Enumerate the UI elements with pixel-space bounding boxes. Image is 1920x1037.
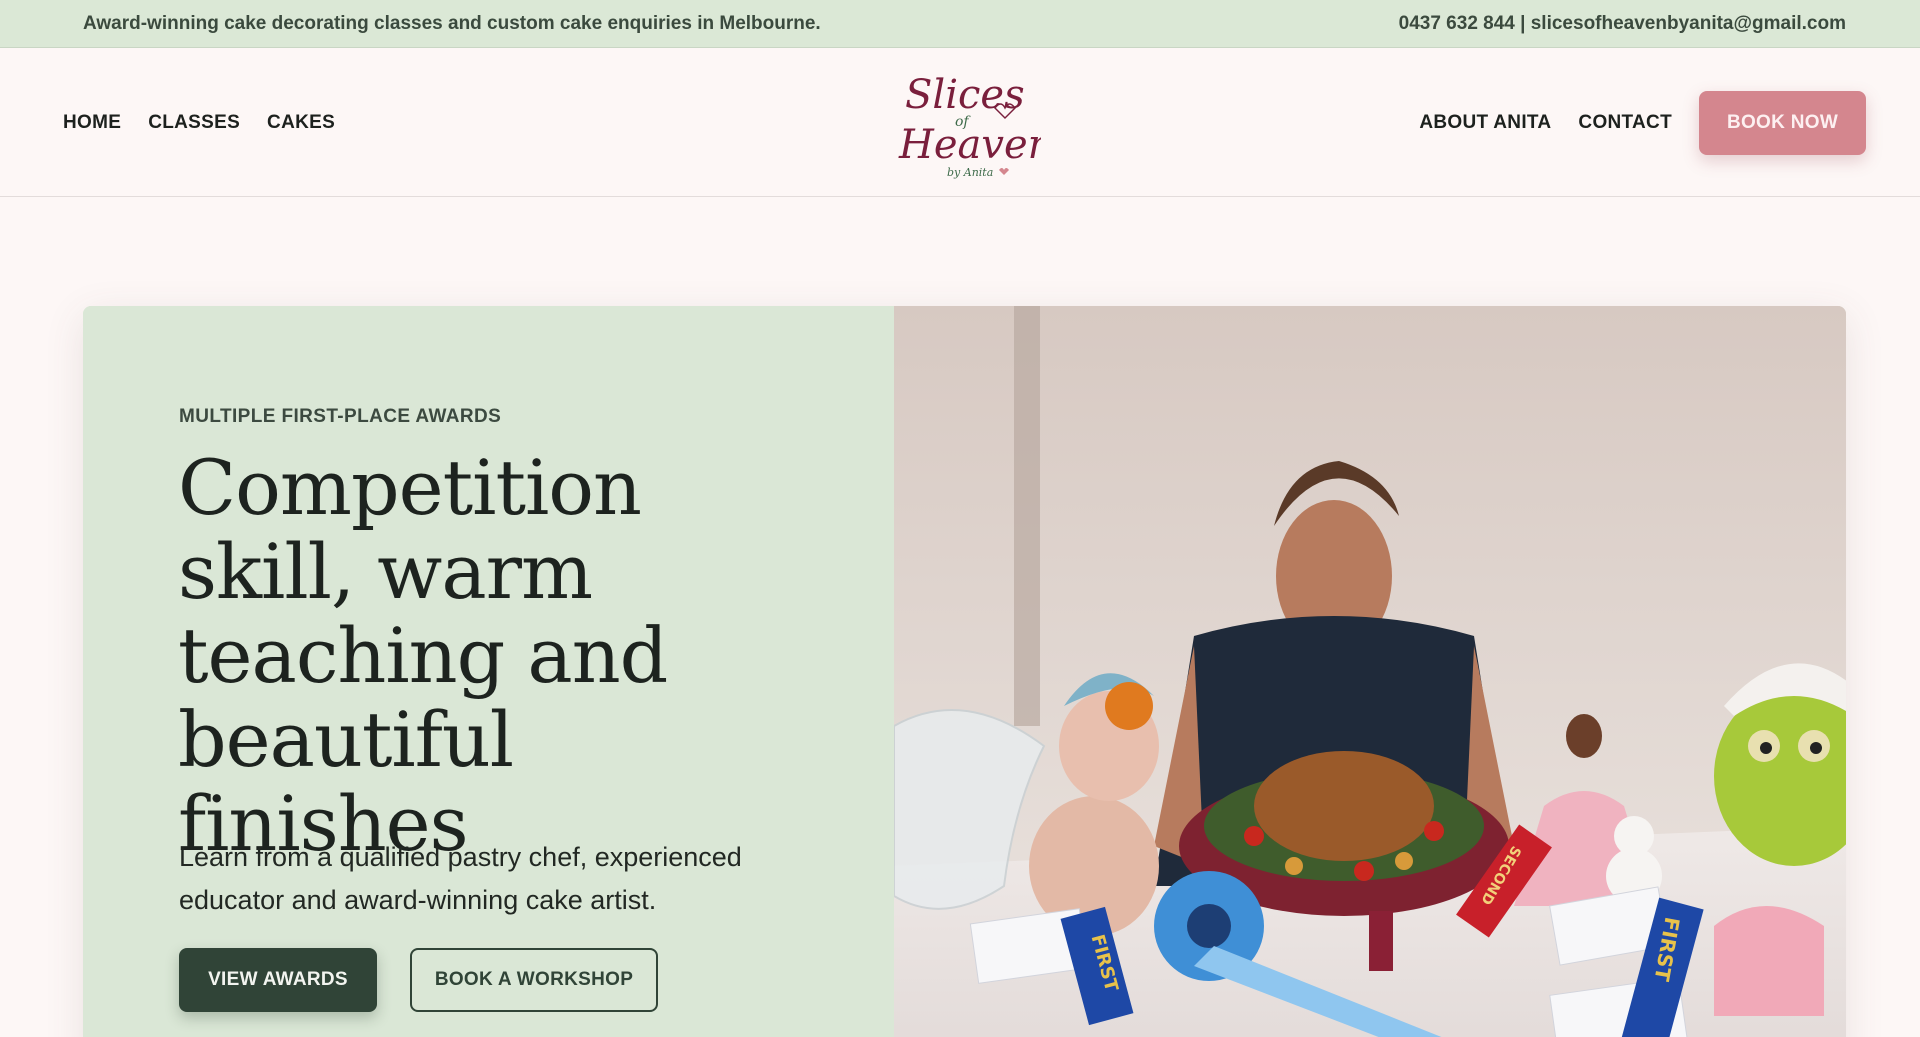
logo-line-heaven: Heaven: [898, 122, 1041, 168]
logo-line-by-anita: by Anita: [947, 166, 993, 179]
logo-small-heart-icon: [999, 168, 1009, 175]
topbar-tagline: Award-winning cake decorating classes an…: [83, 12, 821, 34]
site-logo[interactable]: Slices of Heaven by Anita: [895, 60, 1053, 182]
top-info-bar: Award-winning cake decorating classes an…: [0, 0, 1920, 48]
nav-cakes[interactable]: CAKES: [267, 112, 335, 134]
primary-nav-left: HOME CLASSES CAKES: [63, 48, 335, 197]
hero-headline: Competition skill, warm teaching and bea…: [178, 443, 668, 868]
nav-contact[interactable]: CONTACT: [1578, 112, 1672, 134]
hero-photo-chef-with-award-cakes: FIRST FIRST SECOND: [894, 306, 1846, 1037]
logo-wordmark: Slices of Heaven by Anita: [898, 72, 1053, 179]
topbar-contact[interactable]: 0437 632 844 | slicesofheavenbyanita@gma…: [1399, 13, 1846, 35]
nav-classes[interactable]: CLASSES: [148, 112, 240, 134]
book-workshop-button[interactable]: BOOK A WORKSHOP: [410, 948, 658, 1012]
book-now-button[interactable]: BOOK NOW: [1699, 90, 1866, 155]
hero-button-row: VIEW AWARDS BOOK A WORKSHOP: [179, 948, 658, 1012]
nav-about-anita[interactable]: ABOUT ANITA: [1419, 112, 1551, 134]
hero-text-panel: MULTIPLE FIRST-PLACE AWARDS Competition …: [83, 306, 894, 1037]
hero-eyebrow: MULTIPLE FIRST-PLACE AWARDS: [179, 406, 502, 427]
logo-line-slices: Slices: [905, 72, 1025, 118]
hero-lead: Learn from a qualified pastry chef, expe…: [179, 842, 742, 915]
site-header: HOME CLASSES CAKES Slices of Heaven by A…: [0, 48, 1920, 197]
hero-card: MULTIPLE FIRST-PLACE AWARDS Competition …: [83, 306, 1846, 1037]
view-awards-button[interactable]: VIEW AWARDS: [179, 948, 377, 1012]
hero-photo-illustration: FIRST FIRST SECOND: [894, 306, 1846, 1037]
nav-home[interactable]: HOME: [63, 112, 121, 134]
primary-nav-right: ABOUT ANITA CONTACT BOOK NOW: [1419, 48, 1866, 197]
